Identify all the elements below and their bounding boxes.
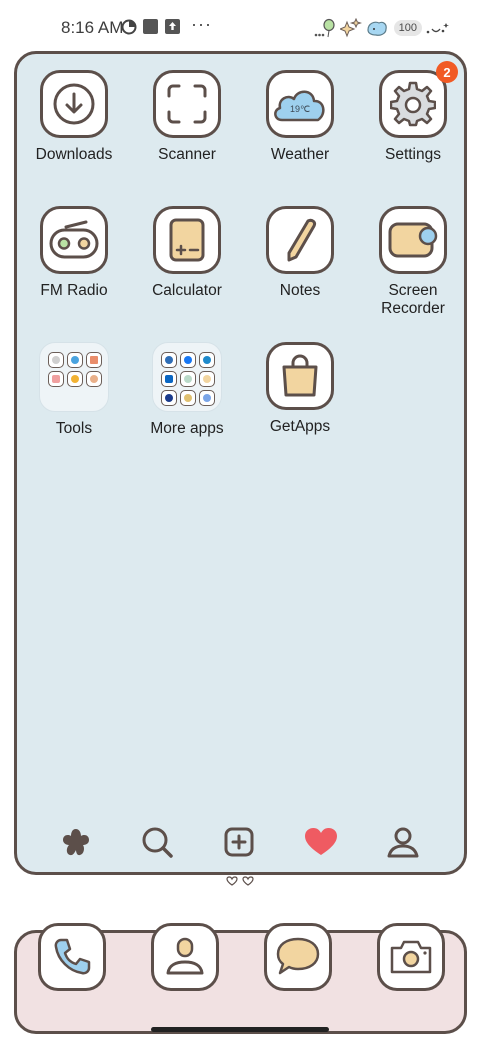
mini-app-icon <box>86 371 102 387</box>
app-downloads[interactable]: Downloads <box>17 70 131 164</box>
home-screen-panel: Downloads Scanner 19℃ Weather 2 Settings… <box>14 51 467 875</box>
data-saver-icon <box>121 19 137 35</box>
pencil-icon <box>266 206 334 274</box>
contacts-icon <box>151 923 219 991</box>
mini-app-icon <box>161 352 177 368</box>
dock-messages[interactable] <box>264 923 332 991</box>
weather-cloud-icon: 19℃ <box>266 70 334 138</box>
signal-balloon-icon <box>314 18 335 38</box>
dock-phone[interactable] <box>38 923 106 991</box>
app-calculator[interactable]: Calculator <box>130 206 244 300</box>
download-icon <box>40 70 108 138</box>
whale-battery-icon <box>367 21 387 36</box>
app-settings[interactable]: 2 Settings <box>356 61 470 164</box>
weather-temperature: 19℃ <box>290 104 310 114</box>
mini-app-icon <box>199 390 215 406</box>
radio-icon <box>40 206 108 274</box>
app-label-calculator: Calculator <box>152 282 222 299</box>
add-icon[interactable] <box>221 824 257 860</box>
profile-icon[interactable] <box>385 824 421 860</box>
shopping-bag-icon <box>266 342 334 410</box>
notification-square-icon <box>143 19 158 34</box>
home-flower-icon[interactable] <box>58 824 94 860</box>
dock <box>14 923 467 1034</box>
wifi-sparkle-icon <box>339 18 362 38</box>
page-indicator <box>226 876 254 886</box>
mini-app-icon <box>48 371 64 387</box>
app-getapps[interactable]: GetApps <box>243 342 357 436</box>
home-indicator[interactable] <box>151 1027 329 1032</box>
folder-icon <box>39 342 109 412</box>
status-icons-right: 100 <box>314 17 450 39</box>
bottom-widget-bar <box>17 824 470 864</box>
search-icon[interactable] <box>139 824 175 860</box>
app-scanner[interactable]: Scanner <box>130 70 244 164</box>
folder-icon <box>152 342 222 412</box>
upload-icon <box>165 19 180 34</box>
settings-notification-badge: 2 <box>436 61 458 83</box>
mini-app-icon <box>180 371 196 387</box>
folder-more-apps[interactable]: More apps <box>130 342 244 438</box>
app-label-weather: Weather <box>270 146 330 163</box>
app-notes[interactable]: Notes <box>243 206 357 300</box>
mini-app-icon <box>67 352 83 368</box>
dock-contacts[interactable] <box>151 923 219 991</box>
mini-app-icon <box>180 352 196 368</box>
app-label-fm-radio: FM Radio <box>40 282 108 299</box>
app-weather[interactable]: 19℃ Weather <box>243 70 357 164</box>
mini-app-icon <box>199 371 215 387</box>
page-dot-heart-icon <box>226 876 238 886</box>
app-label-tools: Tools <box>55 420 93 437</box>
mini-app-icon <box>161 371 177 387</box>
gear-icon: 2 <box>379 61 458 138</box>
app-label-downloads: Downloads <box>35 146 113 163</box>
page-dot-heart-icon <box>242 876 254 886</box>
app-label-notes: Notes <box>279 282 321 299</box>
mini-app-icon <box>199 352 215 368</box>
mini-app-icon <box>161 390 177 406</box>
app-screen-recorder[interactable]: Screen Recorder <box>356 206 470 318</box>
calculator-icon <box>153 206 221 274</box>
screen-recorder-icon <box>379 206 447 274</box>
mini-app-icon <box>86 352 102 368</box>
app-label-more-apps: More apps <box>150 420 224 437</box>
mini-app-icon <box>48 352 64 368</box>
app-label-settings: Settings <box>384 146 441 163</box>
mini-app-icon <box>67 371 83 387</box>
app-label-getapps: GetApps <box>269 418 331 435</box>
status-time: 8:16 AM <box>61 18 124 37</box>
cute-face-icon <box>426 23 449 34</box>
battery-level: 100 <box>393 20 422 36</box>
phone-icon <box>38 923 106 991</box>
app-label-scanner: Scanner <box>158 146 216 163</box>
dock-camera[interactable] <box>377 923 445 991</box>
scanner-icon <box>153 70 221 138</box>
app-label-screen-recorder: Screen Recorder <box>381 282 445 317</box>
mini-app-icon <box>180 390 196 406</box>
heart-icon[interactable] <box>303 824 339 860</box>
app-fm-radio[interactable]: FM Radio <box>17 206 131 300</box>
folder-tools[interactable]: Tools <box>17 342 131 438</box>
camera-icon <box>377 923 445 991</box>
more-notifications-icon: ··· <box>191 14 212 34</box>
status-bar: 8:16 AM ··· 100 <box>0 0 480 54</box>
messages-icon <box>264 923 332 991</box>
